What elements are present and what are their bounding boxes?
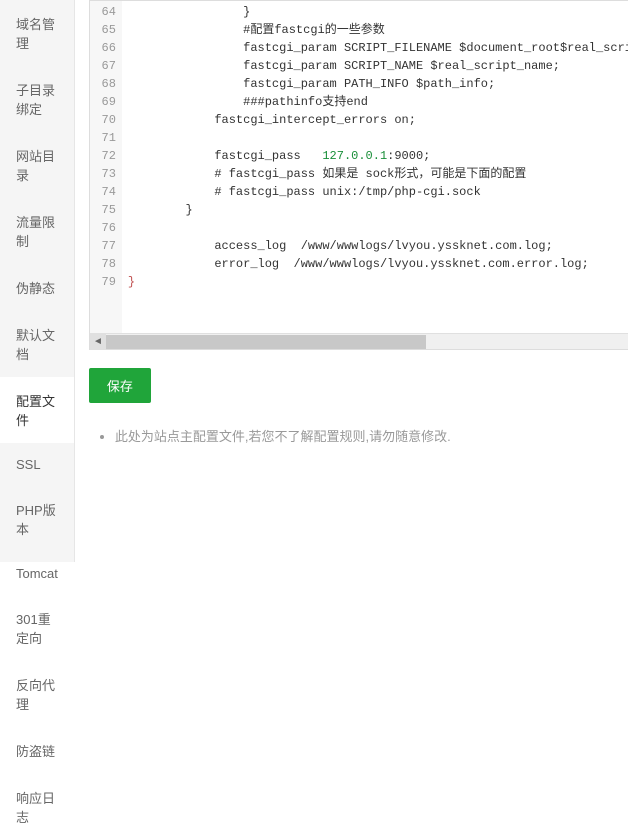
gutter-line: 79: [90, 273, 116, 291]
code-line[interactable]: }: [128, 3, 628, 21]
code-line[interactable]: error_log /www/wwwlogs/lvyou.yssknet.com…: [128, 255, 628, 273]
sidebar-item-5[interactable]: 默认文档: [0, 311, 74, 377]
gutter-line: 73: [90, 165, 116, 183]
code-line[interactable]: #配置fastcgi的一些参数: [128, 21, 628, 39]
gutter-line: 65: [90, 21, 116, 39]
code-line[interactable]: fastcgi_pass 127.0.0.1:9000;: [128, 147, 628, 165]
note-list: 此处为站点主配置文件,若您不了解配置规则,请勿随意修改.: [89, 427, 628, 448]
sidebar-item-9[interactable]: Tomcat: [0, 552, 74, 595]
gutter-line: 68: [90, 75, 116, 93]
save-button[interactable]: 保存: [89, 368, 151, 403]
sidebar-item-1[interactable]: 子目录绑定: [0, 66, 74, 132]
sidebar-item-4[interactable]: 伪静态: [0, 264, 74, 311]
code-line[interactable]: # fastcgi_pass 如果是 sock形式，可能是下面的配置: [128, 165, 628, 183]
code-area[interactable]: } #配置fastcgi的一些参数 fastcgi_param SCRIPT_F…: [122, 1, 628, 333]
gutter-line: 72: [90, 147, 116, 165]
sidebar-item-2[interactable]: 网站目录: [0, 132, 74, 198]
note-text: 此处为站点主配置文件,若您不了解配置规则,请勿随意修改.: [115, 427, 628, 448]
code-line[interactable]: [128, 129, 628, 147]
gutter-line: 66: [90, 39, 116, 57]
gutter-line: 64: [90, 3, 116, 21]
gutter-line: 67: [90, 57, 116, 75]
scroll-left-arrow[interactable]: ◄: [90, 334, 106, 350]
sidebar-item-11[interactable]: 反向代理: [0, 661, 74, 727]
sidebar-item-3[interactable]: 流量限制: [0, 198, 74, 264]
sidebar-item-13[interactable]: 响应日志: [0, 774, 74, 840]
gutter-line: 75: [90, 201, 116, 219]
gutter-line: 77: [90, 237, 116, 255]
scroll-thumb[interactable]: [106, 335, 426, 349]
code-line[interactable]: [128, 219, 628, 237]
sidebar-item-10[interactable]: 301重定向: [0, 595, 74, 661]
code-line[interactable]: }: [128, 201, 628, 219]
gutter-line: 71: [90, 129, 116, 147]
code-line[interactable]: fastcgi_intercept_errors on;: [128, 111, 628, 129]
config-editor: 64656667686970717273747576777879 } #配置fa…: [89, 0, 628, 350]
gutter-line: 76: [90, 219, 116, 237]
scroll-track[interactable]: [106, 334, 628, 350]
code-line[interactable]: fastcgi_param SCRIPT_NAME $real_script_n…: [128, 57, 628, 75]
sidebar-item-8[interactable]: PHP版本: [0, 486, 74, 552]
code-line[interactable]: }: [128, 273, 628, 291]
gutter-line: 74: [90, 183, 116, 201]
horizontal-scrollbar[interactable]: ◄ ►: [90, 333, 628, 349]
sidebar-item-0[interactable]: 域名管理: [0, 0, 74, 66]
sidebar-item-7[interactable]: SSL: [0, 443, 74, 486]
code-line[interactable]: ###pathinfo支持end: [128, 93, 628, 111]
code-line[interactable]: access_log /www/wwwlogs/lvyou.yssknet.co…: [128, 237, 628, 255]
line-gutter: 64656667686970717273747576777879: [90, 1, 122, 333]
gutter-line: 69: [90, 93, 116, 111]
code-line[interactable]: fastcgi_param PATH_INFO $path_info;: [128, 75, 628, 93]
code-line[interactable]: fastcgi_param SCRIPT_FILENAME $document_…: [128, 39, 628, 57]
sidebar: 域名管理子目录绑定网站目录流量限制伪静态默认文档配置文件SSLPHP版本Tomc…: [0, 0, 75, 562]
sidebar-item-6[interactable]: 配置文件: [0, 377, 74, 443]
code-line[interactable]: # fastcgi_pass unix:/tmp/php-cgi.sock: [128, 183, 628, 201]
sidebar-item-12[interactable]: 防盗链: [0, 727, 74, 774]
gutter-line: 70: [90, 111, 116, 129]
gutter-line: 78: [90, 255, 116, 273]
main-content: 64656667686970717273747576777879 } #配置fa…: [75, 0, 628, 562]
